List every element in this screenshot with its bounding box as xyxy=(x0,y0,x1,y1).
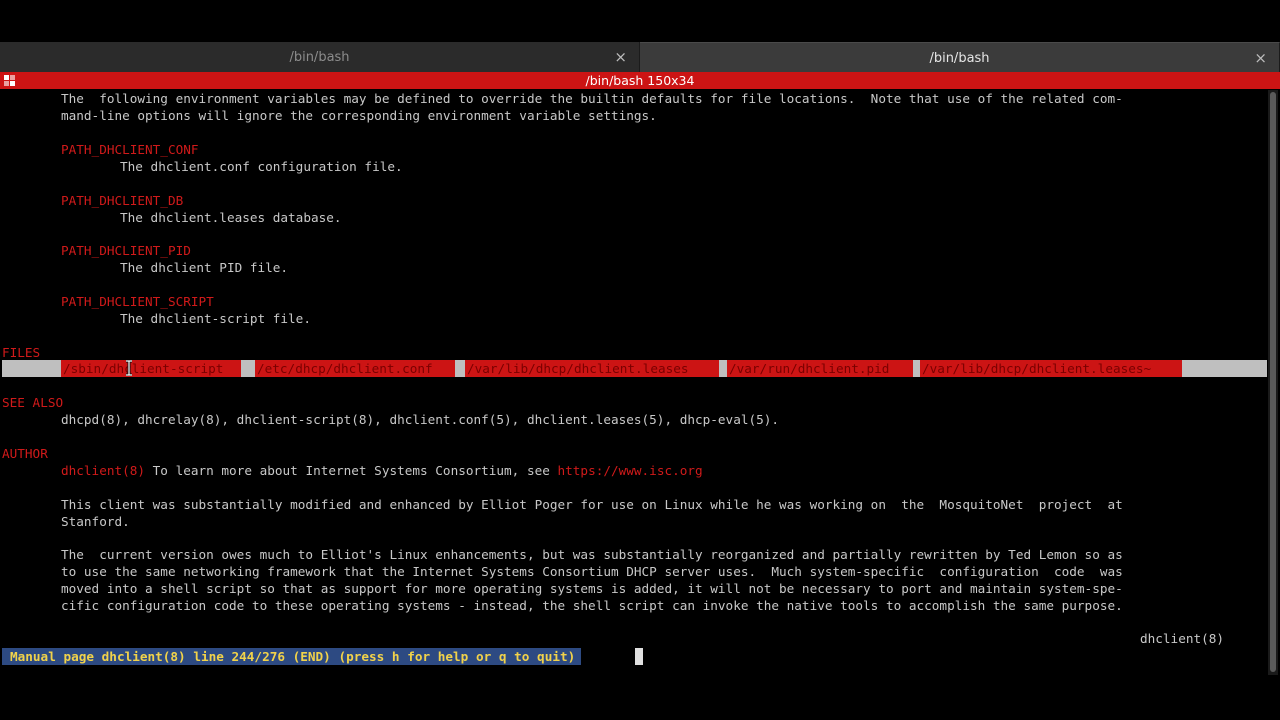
author-ref: dhclient(8) xyxy=(61,463,146,478)
see-also-text: dhcpd(8), dhcrelay(8), dhclient-script(8… xyxy=(61,412,780,427)
scrollbar-thumb[interactable] xyxy=(1270,92,1276,672)
pager-status-line: Manual page dhclient(8) line 244/276 (EN… xyxy=(2,648,582,665)
file-item: /var/lib/dhcp/dhclient.leases xyxy=(465,360,719,377)
env-intro-line-2: mand-line options will ignore the corres… xyxy=(61,108,657,123)
ibeam-cursor-icon xyxy=(126,360,132,376)
para1-line-1: This client was substantially modified a… xyxy=(61,497,1123,512)
para1-line-2: Stanford. xyxy=(61,514,130,529)
title-bar: /bin/bash 150x34 xyxy=(0,72,1280,89)
section-see-also: SEE ALSO xyxy=(2,395,64,410)
tab-bash-1[interactable]: /bin/bash × xyxy=(0,42,640,73)
file-item: /var/run/dhclient.pid xyxy=(727,360,913,377)
close-icon[interactable]: × xyxy=(614,42,627,73)
terminal-viewport[interactable]: The following environment variables may … xyxy=(2,90,1267,675)
scrollbar[interactable] xyxy=(1268,90,1278,675)
file-item: /etc/dhcp/dhclient.conf xyxy=(255,360,455,377)
text-cursor xyxy=(635,648,643,665)
footer-right: dhclient(8) xyxy=(1140,631,1225,646)
tab-label: /bin/bash xyxy=(929,51,990,66)
author-text: To learn more about Internet Systems Con… xyxy=(145,463,558,478)
para2-line-2: to use the same networking framework tha… xyxy=(61,564,1123,579)
para2-line-1: The current version owes much to Elliot'… xyxy=(61,547,1123,562)
env-var-conf: PATH_DHCLIENT_CONF xyxy=(61,142,199,157)
tab-label: /bin/bash xyxy=(289,50,350,65)
section-author: AUTHOR xyxy=(2,446,48,461)
env-desc-pid: The dhclient PID file. xyxy=(120,260,289,275)
file-item: /var/lib/dhcp/dhclient.leases~ xyxy=(920,360,1182,377)
close-icon[interactable]: × xyxy=(1254,43,1267,74)
files-line: /sbin/dhclient-script /etc/dhcp/dhclient… xyxy=(2,360,1267,377)
author-line: dhclient(8) To learn more about Internet… xyxy=(61,462,703,479)
env-desc-db: The dhclient.leases database. xyxy=(120,210,342,225)
env-desc-script: The dhclient-script file. xyxy=(120,311,311,326)
env-desc-conf: The dhclient.conf configuration file. xyxy=(120,159,403,174)
tab-bar: /bin/bash × /bin/bash × xyxy=(0,42,1280,74)
split-window-icon[interactable] xyxy=(4,75,15,86)
para2-line-3: moved into a shell script so that as sup… xyxy=(61,581,1123,596)
isc-link[interactable]: https://www.isc.org xyxy=(558,463,703,478)
tab-bash-2[interactable]: /bin/bash × xyxy=(640,42,1280,74)
env-var-pid: PATH_DHCLIENT_PID xyxy=(61,243,191,258)
para2-line-4: cific configuration code to these operat… xyxy=(61,598,1123,613)
file-item: /sbin/dhclient-script xyxy=(61,360,241,377)
env-var-script: PATH_DHCLIENT_SCRIPT xyxy=(61,294,214,309)
section-files: FILES xyxy=(2,345,41,360)
env-var-db: PATH_DHCLIENT_DB xyxy=(61,193,184,208)
window-title: /bin/bash 150x34 xyxy=(585,73,695,88)
screen: /bin/bash × /bin/bash × /bin/bash 150x34… xyxy=(0,0,1280,720)
env-intro-line-1: The following environment variables may … xyxy=(61,91,1123,106)
